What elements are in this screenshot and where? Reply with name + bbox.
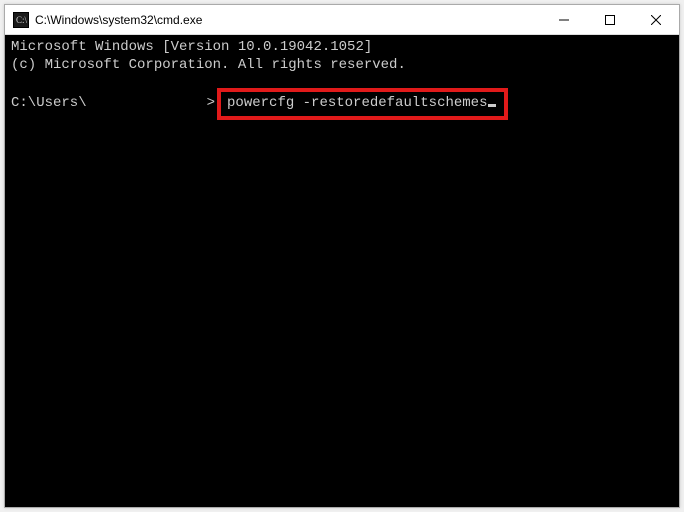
prompt-path-prefix: C:\Users\ (11, 95, 87, 113)
minimize-icon (559, 15, 569, 25)
text-cursor (488, 104, 496, 107)
cmd-window: C:\ C:\Windows\system32\cmd.exe Microsof… (4, 4, 680, 508)
close-button[interactable] (633, 5, 679, 34)
prompt-caret: > (207, 95, 215, 113)
close-icon (651, 15, 661, 25)
cmd-icon: C:\ (13, 12, 29, 28)
minimize-button[interactable] (541, 5, 587, 34)
prompt-line: C:\Users\ > powercfg -restoredefaultschem… (11, 88, 673, 120)
version-line: Microsoft Windows [Version 10.0.19042.10… (11, 39, 673, 57)
terminal-area[interactable]: Microsoft Windows [Version 10.0.19042.10… (5, 35, 679, 507)
command-highlight: powercfg -restoredefaultschemes (217, 88, 508, 120)
titlebar[interactable]: C:\ C:\Windows\system32\cmd.exe (5, 5, 679, 35)
window-controls (541, 5, 679, 34)
svg-text:C:\: C:\ (16, 15, 28, 25)
maximize-button[interactable] (587, 5, 633, 34)
maximize-icon (605, 15, 615, 25)
window-title: C:\Windows\system32\cmd.exe (35, 13, 541, 27)
copyright-line: (c) Microsoft Corporation. All rights re… (11, 57, 673, 75)
redacted-username (87, 97, 207, 111)
command-text: powercfg -restoredefaultschemes (227, 95, 487, 113)
